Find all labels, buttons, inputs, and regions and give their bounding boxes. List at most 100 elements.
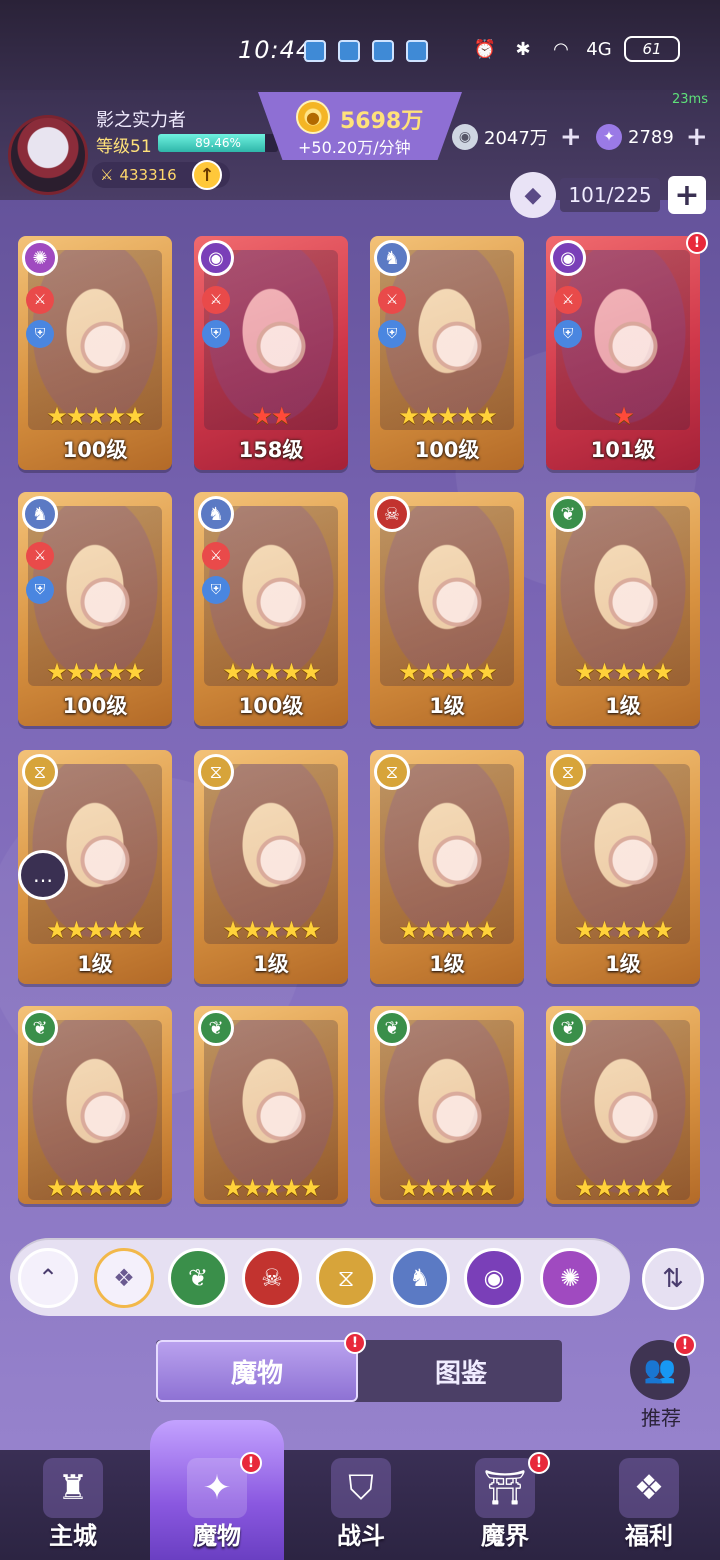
monster-card[interactable]: ⧖ ★★★★★ 1级 [370, 750, 524, 984]
add-gem-button[interactable]: + [686, 122, 708, 152]
gem-icon: ✦ [596, 124, 622, 150]
monster-level: 101级 [590, 438, 656, 462]
monster-level: 1级 [429, 952, 465, 976]
shield-icon: ⛨ [202, 320, 230, 348]
notification-icon [304, 40, 326, 62]
star-rating: ★★★★★ [398, 402, 498, 430]
leaf-element-icon: ❦ [550, 1010, 586, 1046]
battery-icon: 61 [624, 36, 680, 62]
filter-collapse-up-icon[interactable]: ⌃ [18, 1248, 78, 1308]
bluetooth-icon: ✱ [515, 38, 531, 60]
monster-face [252, 320, 310, 378]
add-silver-button[interactable]: + [560, 122, 582, 152]
nav-label: 战斗 [337, 1522, 385, 1550]
leaf-element-icon: ❦ [22, 1010, 58, 1046]
gem-amount: 2789 [628, 126, 674, 148]
monster-card[interactable]: ⧖ ★★★★★ 1级 [194, 750, 348, 984]
gift-icon: ❖ [619, 1458, 679, 1518]
monster-card[interactable]: ❦ ★★★★★ 1级 [546, 492, 700, 726]
hourglass-element-icon: ⧖ [374, 754, 410, 790]
monster-card[interactable]: ❦ ★★★★★ [194, 1006, 348, 1204]
player-level: 等级51 [96, 137, 152, 157]
monster-level: 100级 [238, 694, 304, 718]
star-rating: ★ [613, 402, 635, 430]
leaf-element-icon: ❦ [198, 1010, 234, 1046]
tab-codex[interactable]: 图鉴 [360, 1340, 562, 1402]
monster-face [604, 576, 662, 634]
monster-face [428, 1090, 486, 1148]
star-rating: ★★★★★ [398, 1174, 498, 1202]
notification-icon [406, 40, 428, 62]
battle-icon: ⛉ [331, 1458, 391, 1518]
star-rating: ★★★★★ [46, 658, 146, 686]
star-rating: ★★★★★ [574, 916, 674, 944]
monster-card[interactable]: ◉ ⚔ ⛨ ★ 101级 [546, 236, 700, 470]
gold-coin-icon: ● [296, 100, 330, 134]
monster-level: 1级 [77, 952, 113, 976]
shield-icon: ⛨ [26, 576, 54, 604]
leaf-element-icon: ❦ [550, 496, 586, 532]
power-value: 433316 [119, 166, 177, 184]
gold-amount: 5698万 [340, 109, 424, 134]
monster-face [252, 576, 310, 634]
tab-monsters[interactable]: 魔物 [156, 1340, 358, 1402]
monster-card[interactable]: ♞ ⚔ ⛨ ★★★★★ 100级 [194, 492, 348, 726]
filter-swirl-icon[interactable]: ✺ [540, 1248, 600, 1308]
hourglass-element-icon: ⧖ [22, 754, 58, 790]
nav-item-3[interactable]: ⛩ 魔界 [438, 1450, 572, 1560]
monster-level: 100级 [414, 438, 480, 462]
filter-all-icon[interactable]: ❖ [94, 1248, 154, 1308]
notification-icon [372, 40, 394, 62]
monster-portrait [556, 1020, 690, 1200]
monster-card[interactable]: ♞ ⚔ ⛨ ★★★★★ 100级 [370, 236, 524, 470]
filter-demon-icon[interactable]: ☠ [242, 1248, 302, 1308]
monster-card[interactable]: ◉ ⚔ ⛨ ★★ 158级 [194, 236, 348, 470]
demon-element-icon: ☠ [374, 496, 410, 532]
nav-label: 福利 [625, 1522, 673, 1550]
monster-card[interactable]: ❦ ★★★★★ [370, 1006, 524, 1204]
monster-level: 100级 [62, 438, 128, 462]
filter-hourglass-icon[interactable]: ⧖ [316, 1248, 376, 1308]
chat-bubble-icon[interactable]: … [18, 850, 68, 900]
attack-icon: ⚔ [202, 286, 230, 314]
nav-item-4[interactable]: ❖ 福利 [582, 1450, 716, 1560]
monster-face [76, 1090, 134, 1148]
dragon-element-icon: ♞ [22, 496, 58, 532]
monster-face [252, 834, 310, 892]
monster-card[interactable]: ❦ ★★★★★ [18, 1006, 172, 1204]
star-rating: ★★★★★ [222, 1174, 322, 1202]
monster-face [76, 576, 134, 634]
star-rating: ★★★★★ [574, 658, 674, 686]
monster-portrait [28, 1020, 162, 1200]
star-rating: ★★★★★ [398, 658, 498, 686]
monster-level: 1级 [429, 694, 465, 718]
alarm-icon: ⏰ [473, 38, 497, 60]
nav-item-2[interactable]: ⛉ 战斗 [294, 1450, 428, 1560]
monster-card[interactable]: ❦ ★★★★★ [546, 1006, 700, 1204]
nav-item-1[interactable]: ✦ 魔物 [150, 1450, 284, 1560]
expand-roster-button[interactable]: + [668, 176, 706, 214]
filter-leaf-icon[interactable]: ❦ [168, 1248, 228, 1308]
nav-label: 主城 [49, 1522, 97, 1550]
nav-item-0[interactable]: ♜ 主城 [6, 1450, 140, 1560]
filter-dragon-icon[interactable]: ♞ [390, 1248, 450, 1308]
monster-card[interactable]: ✺ ⚔ ⛨ ★★★★★ 100级 [18, 236, 172, 470]
attack-icon: ⚔ [202, 542, 230, 570]
monster-card[interactable]: ♞ ⚔ ⛨ ★★★★★ 100级 [18, 492, 172, 726]
wifi-icon: ◠ [553, 38, 569, 60]
shield-icon: ⛨ [554, 320, 582, 348]
attack-icon: ⚔ [26, 542, 54, 570]
status-bar: 10:44 ⏰ ✱ ◠ 4G 61 [0, 0, 720, 100]
silver-resource: ◉ 2047万 + [452, 122, 582, 152]
upgrade-button[interactable]: ↑ [192, 160, 222, 190]
xp-percent: 89.46% [195, 136, 241, 150]
monster-card[interactable]: ⧖ ★★★★★ 1级 [546, 750, 700, 984]
card-alert-icon: ! [686, 232, 708, 254]
filter-eye-icon[interactable]: ◉ [464, 1248, 524, 1308]
dragon-element-icon: ♞ [374, 240, 410, 276]
sort-button[interactable]: ⇅ [642, 1248, 704, 1310]
monster-level: 100级 [62, 694, 128, 718]
avatar[interactable] [8, 115, 88, 195]
monster-face [604, 1090, 662, 1148]
monster-card[interactable]: ☠ ★★★★★ 1级 [370, 492, 524, 726]
